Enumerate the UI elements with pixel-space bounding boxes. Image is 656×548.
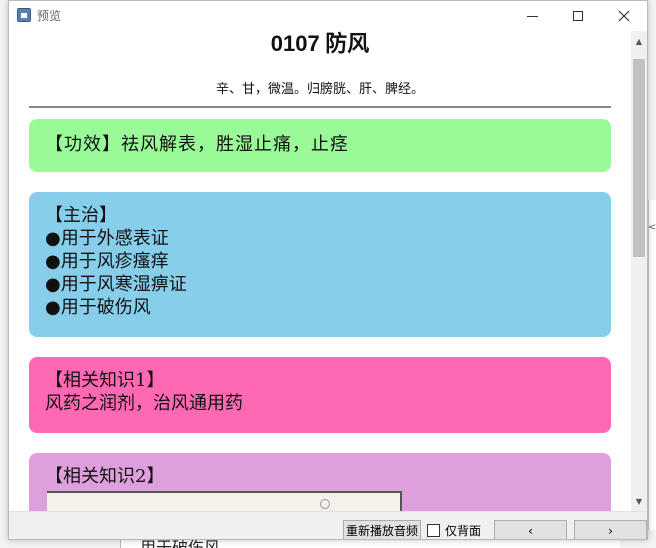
- title-bar[interactable]: 预览: [9, 1, 647, 31]
- page-title: 0107 防风: [9, 31, 631, 57]
- indication-item: ●用于风寒湿痹证: [45, 274, 187, 295]
- background-window-edge: [648, 200, 656, 530]
- chevron-left-icon: ‹: [528, 523, 533, 538]
- preview-content[interactable]: 0107 防风 辛、甘，微温。归膀胱、肝、脾经。 【功效】祛风解表，胜湿止痛，止…: [9, 31, 631, 511]
- close-button[interactable]: [601, 1, 647, 31]
- window-title: 预览: [37, 9, 62, 23]
- indication-item: ●用于破伤风: [45, 297, 151, 318]
- preview-window: 预览 0107 防风 辛、甘，微温。归膀胱、肝、脾经。 【功效】祛风解表，胜湿止…: [8, 0, 648, 540]
- scroll-down-icon[interactable]: ▼: [631, 493, 647, 509]
- next-button[interactable]: ›: [574, 520, 647, 539]
- chevron-right-icon: ›: [608, 523, 613, 538]
- minimize-button[interactable]: [509, 1, 555, 31]
- minimize-icon: [526, 15, 538, 17]
- herb-name: 防风: [325, 31, 370, 56]
- herb-number: 0107: [270, 31, 320, 56]
- scroll-up-icon[interactable]: ▲: [631, 33, 647, 49]
- maximize-button[interactable]: [555, 1, 601, 31]
- indications-heading: 【主治】: [45, 205, 117, 226]
- knowledge-card-1: 【相关知识1】 风药之润剂，治风通用药: [29, 357, 611, 433]
- background-only-label: 仅背面: [445, 524, 482, 538]
- scroll-thumb[interactable]: [633, 59, 645, 257]
- knowledge-1-text: 风药之润剂，治风通用药: [45, 393, 243, 414]
- replay-audio-button[interactable]: 重新播放音频: [343, 520, 421, 539]
- knowledge-2-image: [47, 491, 402, 511]
- knowledge-2-heading: 【相关知识2】: [45, 466, 165, 487]
- bottom-toolbar: 重新播放音频 仅背面 ‹ ›: [9, 511, 647, 539]
- indication-item: ●用于外感表证: [45, 228, 169, 249]
- effect-card: 【功效】祛风解表，胜湿止痛，止痉: [29, 119, 611, 172]
- herb-property: 辛、甘，微温。归膀胱、肝、脾经。: [215, 82, 424, 97]
- indication-item: ●用于风疹瘙痒: [45, 251, 169, 272]
- close-icon: [618, 10, 630, 22]
- previous-button[interactable]: ‹: [494, 520, 567, 539]
- background-only-toggle[interactable]: 仅背面: [427, 522, 481, 539]
- divider: [29, 106, 611, 108]
- indications-card: 【主治】 ●用于外感表证 ●用于风疹瘙痒 ●用于风寒湿痹证 ●用于破伤风: [29, 192, 611, 337]
- background-only-checkbox[interactable]: [427, 524, 440, 537]
- chevron-left-icon: <: [648, 222, 656, 233]
- image-mark: [320, 499, 330, 509]
- knowledge-1-heading: 【相关知识1】: [45, 370, 165, 391]
- app-icon: [17, 8, 31, 22]
- maximize-icon: [573, 11, 583, 21]
- vertical-scrollbar[interactable]: ▲ ▼: [631, 31, 647, 511]
- effect-text: 【功效】祛风解表，胜湿止痛，止痉: [45, 134, 349, 155]
- knowledge-card-2: 【相关知识2】: [29, 453, 611, 511]
